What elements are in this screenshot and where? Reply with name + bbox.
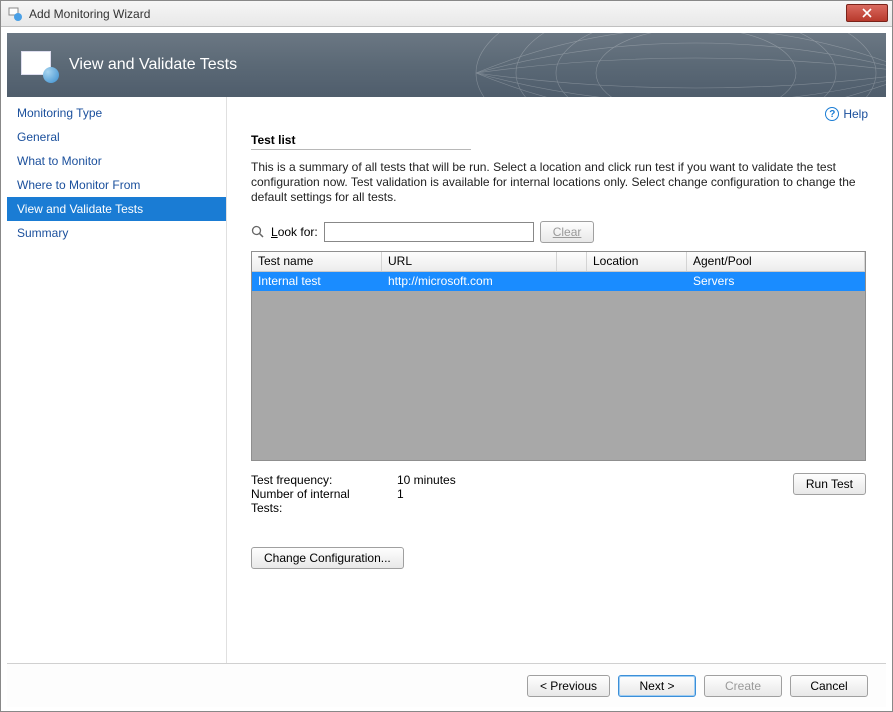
nav-item-where-to-monitor-from[interactable]: Where to Monitor From <box>7 173 226 197</box>
wizard-nav: Monitoring Type General What to Monitor … <box>7 97 227 663</box>
lookfor-input[interactable] <box>324 222 534 242</box>
decorative-wireframe <box>466 33 886 97</box>
help-label: Help <box>843 107 868 121</box>
help-icon: ? <box>825 107 839 121</box>
col-header-location[interactable]: Location <box>587 252 687 271</box>
lookfor-label: Look for: <box>271 225 318 239</box>
change-configuration-button[interactable]: Change Configuration... <box>251 547 404 569</box>
help-link[interactable]: ? Help <box>825 107 868 121</box>
cell-spacer <box>557 272 587 291</box>
window-title: Add Monitoring Wizard <box>29 7 150 21</box>
cell-agent-pool: Servers <box>687 272 865 291</box>
col-header-test-name[interactable]: Test name <box>252 252 382 271</box>
app-icon <box>7 6 23 22</box>
nav-item-general[interactable]: General <box>7 125 226 149</box>
next-button[interactable]: Next > <box>618 675 696 697</box>
lookfor-row: Look for: Clear <box>251 221 866 243</box>
cell-url: http://microsoft.com <box>382 272 557 291</box>
banner-title: View and Validate Tests <box>69 56 237 74</box>
clear-button[interactable]: Clear <box>540 221 595 243</box>
close-button[interactable] <box>846 4 888 22</box>
banner: View and Validate Tests <box>7 33 886 97</box>
cell-location <box>587 272 687 291</box>
grid-header: Test name URL Location Agent/Pool <box>252 252 865 272</box>
section-description: This is a summary of all tests that will… <box>251 160 866 205</box>
nav-item-view-and-validate-tests[interactable]: View and Validate Tests <box>7 197 226 221</box>
search-icon <box>251 225 265 239</box>
main-panel: ? Help Test list This is a summary of al… <box>227 97 886 663</box>
count-label: Number of internal Tests: <box>251 487 381 515</box>
frequency-value: 10 minutes <box>397 473 456 487</box>
cancel-button[interactable]: Cancel <box>790 675 868 697</box>
nav-item-what-to-monitor[interactable]: What to Monitor <box>7 149 226 173</box>
summary-block: Test frequency: 10 minutes Number of int… <box>251 473 866 515</box>
nav-item-monitoring-type[interactable]: Monitoring Type <box>7 101 226 125</box>
col-header-agent-pool[interactable]: Agent/Pool <box>687 252 865 271</box>
section-title: Test list <box>251 133 866 147</box>
count-value: 1 <box>397 487 404 515</box>
title-bar: Add Monitoring Wizard <box>1 1 892 27</box>
previous-button[interactable]: < Previous <box>527 675 610 697</box>
grid-body: Internal test http://microsoft.com Serve… <box>252 272 865 460</box>
table-row[interactable]: Internal test http://microsoft.com Serve… <box>252 272 865 291</box>
frequency-label: Test frequency: <box>251 473 381 487</box>
wizard-footer: < Previous Next > Create Cancel <box>7 663 886 707</box>
tests-grid: Test name URL Location Agent/Pool Intern… <box>251 251 866 461</box>
create-button[interactable]: Create <box>704 675 782 697</box>
col-header-spacer <box>557 252 587 271</box>
nav-item-summary[interactable]: Summary <box>7 221 226 245</box>
section-rule <box>251 149 471 150</box>
col-header-url[interactable]: URL <box>382 252 557 271</box>
cell-test-name: Internal test <box>252 272 382 291</box>
run-test-button[interactable]: Run Test <box>793 473 866 495</box>
banner-icon <box>21 51 55 79</box>
